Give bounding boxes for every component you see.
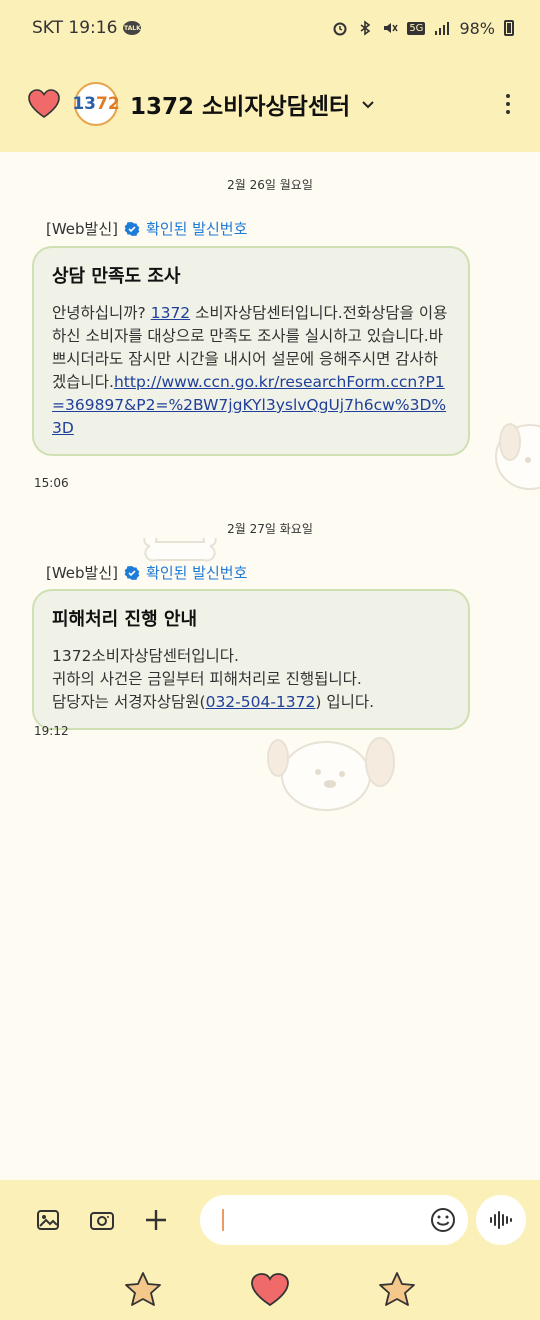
image-icon [36,1210,59,1230]
background-dog-illustration [495,423,540,490]
attach-button[interactable] [142,1206,170,1234]
voice-input-button[interactable] [476,1195,526,1245]
signal-icon [435,22,450,35]
favorite-heart-button[interactable] [26,88,62,120]
verified-badge-icon [124,221,140,236]
message-bubble[interactable]: 상담 만족도 조사 안녕하십니까? 1372 소비자상담센터입니다.전화상담을 … [32,246,470,456]
web-sender-label: [Web발신] [46,220,119,238]
more-dot-icon [506,94,510,98]
logo-text-a: 13 [72,94,96,114]
more-dot-icon [506,110,510,114]
gallery-button[interactable] [34,1206,62,1234]
status-left: SKT 19:16 TALK [32,18,142,38]
network-type: 5G [407,21,426,35]
emoji-icon[interactable] [430,1207,456,1233]
voice-wave-icon [490,1211,513,1229]
camera-button[interactable] [88,1206,116,1234]
body-line: 귀하의 사건은 금일부터 피해처리로 진행됩니다. [52,670,362,688]
message-input-container[interactable] [199,1195,469,1245]
alarm-icon [333,22,347,36]
more-options-button[interactable] [496,89,520,119]
sender-logo: 13 72 [72,82,120,126]
message-title: 피해처리 진행 안내 [52,609,198,630]
message-title: 상담 만족도 조사 [52,266,181,287]
chat-header: 13 72 1372 소비자상담센터 [0,56,540,152]
message-time: 15:06 [34,476,69,490]
status-right: 5G 98% [332,19,514,38]
chat-area[interactable]: 2월 26일 월요일 [Web발신] 확인된 발신번호 상담 만족도 조사 안녕… [0,152,540,1180]
more-dot-icon [506,102,510,106]
message-body: 안녕하십니까? 1372 소비자상담센터입니다.전화상담을 이용하신 소비자를 … [52,302,450,440]
verified-sender-label[interactable]: 확인된 발신번호 [146,562,247,583]
chevron-down-icon[interactable] [360,96,376,112]
star-icon[interactable] [123,1271,163,1309]
bottom-navigation [0,1260,540,1320]
verified-badge-icon [124,565,140,580]
date-separator: 2월 27일 화요일 [227,522,313,536]
phone-link[interactable]: 032-504-1372 [206,693,316,711]
mute-icon [384,23,398,33]
message-bubble[interactable]: 피해처리 진행 안내 1372소비자상담센터입니다. 귀하의 사건은 금일부터 … [32,589,470,730]
heart-icon [28,89,60,118]
body-line: 1372소비자상담센터입니다. [52,647,239,665]
status-bar: SKT 19:16 TALK 5G 98% [0,0,540,56]
sender-row: [Web발신] 확인된 발신번호 [46,218,247,239]
heart-icon[interactable] [250,1272,290,1308]
web-sender-label: [Web발신] [46,564,119,582]
chat-title[interactable]: 1372 소비자상담센터 [130,87,350,121]
phone-link[interactable]: 1372 [151,304,190,322]
body-line: 담당자는 서경자상담원(032-504-1372) 입니다. [52,691,450,714]
star-icon[interactable] [377,1271,417,1309]
sender-row: [Web발신] 확인된 발신번호 [46,562,247,583]
message-body: 1372소비자상담센터입니다. 귀하의 사건은 금일부터 피해처리로 진행됩니다… [52,645,450,714]
input-bar [0,1180,540,1260]
verified-sender-label[interactable]: 확인된 발신번호 [146,218,247,239]
background-dog-illustration [267,737,395,811]
carrier-time: SKT 19:16 [32,18,118,38]
talk-notification-icon: TALK [123,21,142,35]
body-text: ) 입니다. [315,693,375,711]
battery-percent: 98% [459,18,495,38]
logo-text-b: 72 [96,94,120,114]
plus-icon [145,1210,166,1230]
message-time: 19:12 [34,724,69,738]
message-input[interactable] [223,1211,431,1229]
battery-icon [504,20,514,36]
date-separator: 2월 26일 월요일 [227,178,313,192]
body-text: 안녕하십니까? [52,304,151,322]
camera-icon [89,1212,114,1230]
body-text: 담당자는 서경자상담원( [52,693,206,711]
bluetooth-icon [360,20,371,36]
